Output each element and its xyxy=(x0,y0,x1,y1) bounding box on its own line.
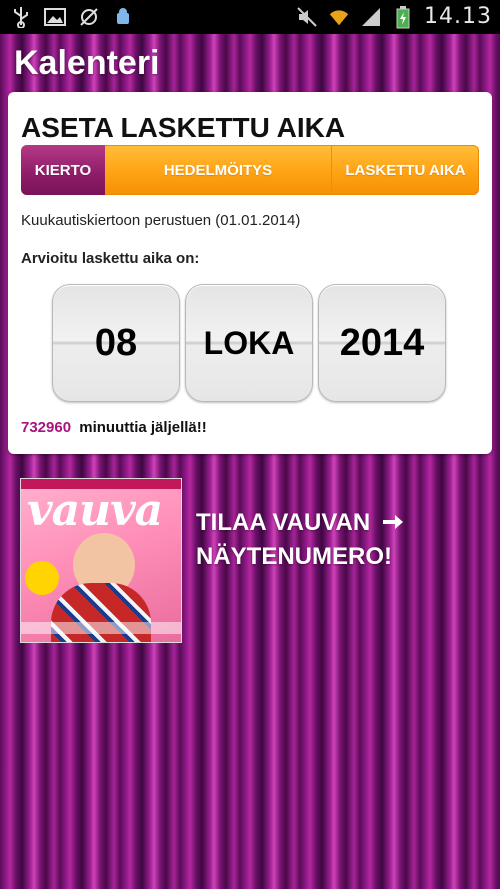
card-heading: ASETA LASKETTU AIKA xyxy=(21,112,346,143)
tab-kierto[interactable]: KIERTO xyxy=(21,145,105,195)
basis-text: Kuukautiskiertoon perustuen (01.01.2014) xyxy=(21,212,301,229)
battery-icon xyxy=(392,5,414,28)
remaining-time: 732960 minuuttia jäljellä!! xyxy=(21,419,207,436)
magazine-cover-image: vauva xyxy=(20,478,182,643)
magazine-subscription-banner[interactable]: vauva TILAA VAUVAN NÄYTENUMERO! xyxy=(20,478,480,643)
magazine-badge xyxy=(25,561,59,595)
day-dial[interactable]: 08 xyxy=(52,284,180,402)
due-date-card: ASETA LASKETTU AIKA KIERTO HEDELMÖITYS L… xyxy=(8,92,492,454)
arrow-right-icon xyxy=(383,515,403,529)
year-dial[interactable]: 2014 xyxy=(318,284,446,402)
wifi-icon xyxy=(328,6,350,28)
month-dial[interactable]: LOKA xyxy=(185,284,313,402)
signal-icon xyxy=(360,6,382,28)
estimate-label: Arvioitu laskettu aika on: xyxy=(21,250,200,267)
clock: 14.13 xyxy=(424,4,492,29)
remaining-count: 732960 xyxy=(21,419,72,436)
android-debug-icon xyxy=(112,6,134,28)
tab-hedelmoitys[interactable]: HEDELMÖITYS xyxy=(105,145,331,195)
magazine-logo: vauva xyxy=(27,485,163,536)
app-title: Kalenteri xyxy=(14,44,160,82)
usb-icon xyxy=(10,6,32,28)
mute-icon xyxy=(296,6,318,28)
remaining-label: minuuttia jäljellä!! xyxy=(79,419,207,436)
baby-photo-shirt xyxy=(51,583,151,642)
status-bar-notifications xyxy=(10,6,134,28)
no-sync-icon xyxy=(78,6,100,28)
image-icon xyxy=(44,6,66,28)
tab-laskettu-aika[interactable]: LASKETTU AIKA xyxy=(331,145,479,195)
due-date-display: 08 LOKA 2014 xyxy=(52,284,448,402)
magazine-footer-strip xyxy=(21,622,181,634)
status-bar-system: 14.13 xyxy=(296,4,492,29)
status-bar: 14.13 xyxy=(0,0,500,34)
calculation-method-tabs: KIERTO HEDELMÖITYS LASKETTU AIKA xyxy=(21,145,479,195)
